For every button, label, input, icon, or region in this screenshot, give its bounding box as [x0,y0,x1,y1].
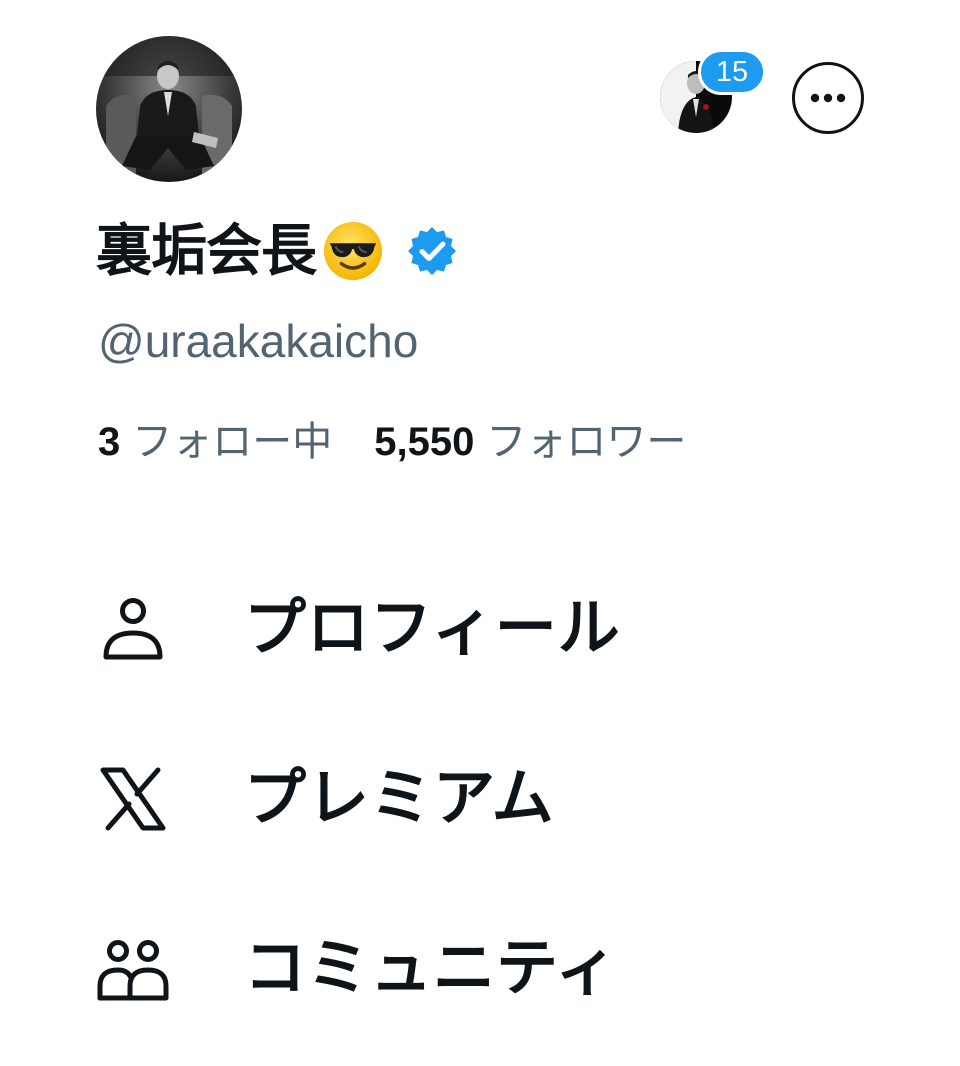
menu-item-profile[interactable]: プロフィール [0,556,960,726]
following-label: フォロー中 [132,420,333,464]
followers-count: 5,550 [374,420,475,464]
person-icon [103,598,163,660]
notification-badge: 15 [698,49,766,95]
followers-link[interactable]: 5,550 フォロワー [374,414,686,470]
profile-handle: @uraakakaicho [98,315,419,367]
more-horizontal-icon [810,93,846,103]
follow-stats: 3 フォロー中 5,550 フォロワー [98,414,686,470]
people-icon [97,940,169,1001]
following-count: 3 [98,420,121,464]
menu-label-premium: プレミアム [244,764,555,833]
drawer-menu: プロフィール プレミアム コミュニティ [0,556,960,1066]
menu-label-profile: プロフィール [244,594,621,663]
following-link[interactable]: 3 フォロー中 [98,414,332,470]
menu-item-communities[interactable]: コミュニティ [0,896,960,1066]
menu-label-communities: コミュニティ [244,934,619,1003]
x-logo-icon [100,767,166,831]
menu-item-premium[interactable]: プレミアム [0,726,960,896]
verified-badge-icon[interactable] [406,225,458,277]
followers-label: フォロワー [486,420,687,464]
profile-name-row: 裏垢会長 [96,214,458,288]
more-options-button[interactable] [792,62,864,134]
profile-avatar[interactable] [96,36,242,182]
smiling-face-with-sunglasses-icon [323,221,383,281]
display-name: 裏垢会長 [96,219,317,282]
